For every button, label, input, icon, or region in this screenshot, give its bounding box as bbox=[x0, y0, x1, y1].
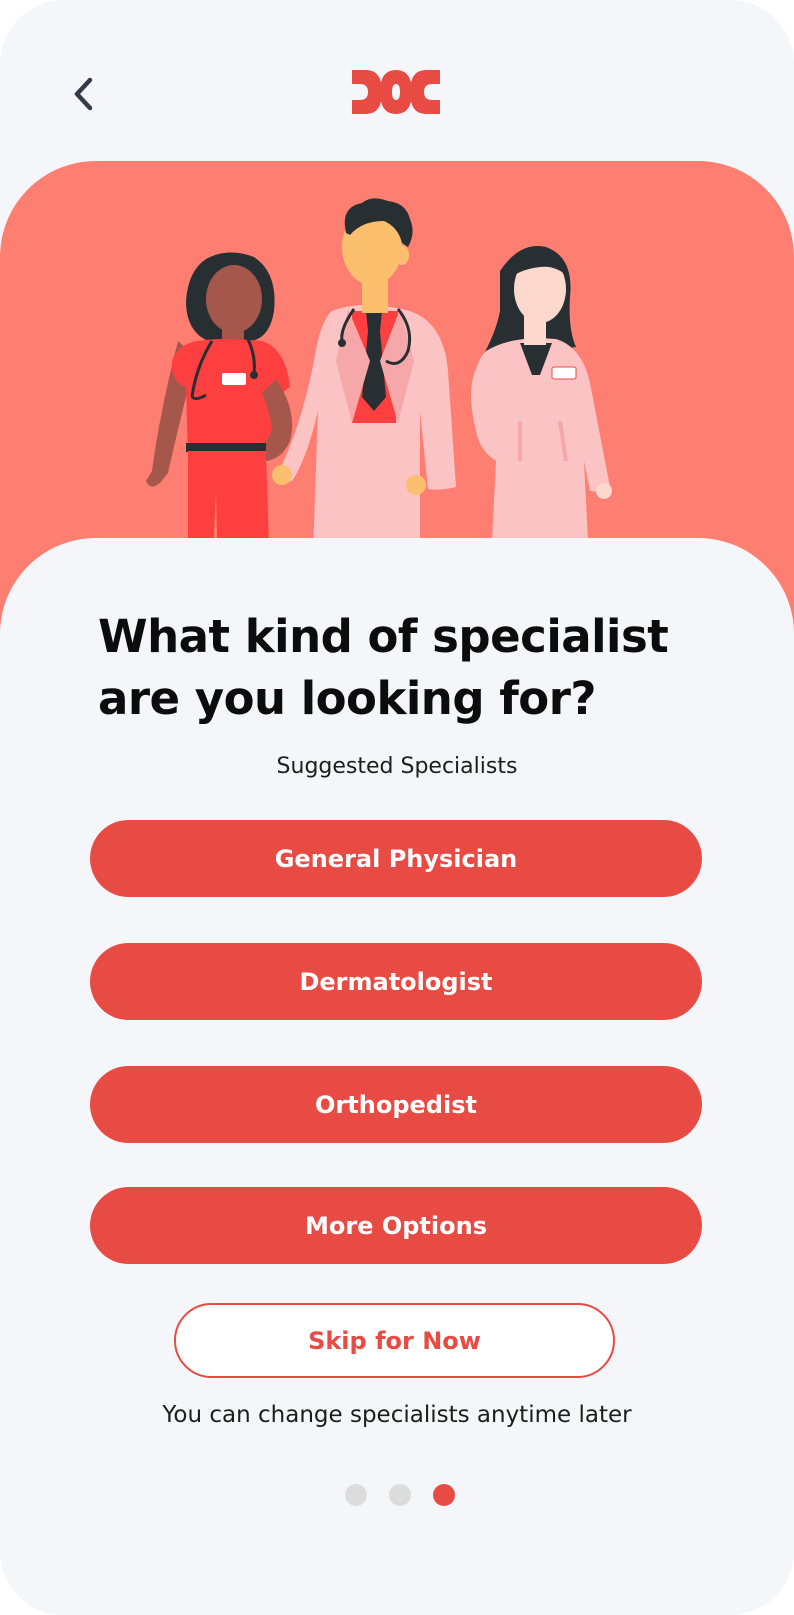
more-options-button[interactable]: More Options bbox=[90, 1187, 702, 1264]
three-doctors-illustration bbox=[146, 198, 612, 581]
helper-note: You can change specialists anytime later bbox=[162, 1402, 632, 1428]
chevron-left-icon bbox=[74, 77, 93, 111]
page-title: What kind of specialist are you looking … bbox=[98, 610, 669, 725]
orthopedist-button[interactable]: Orthopedist bbox=[90, 1066, 702, 1143]
doc-logo-icon bbox=[352, 68, 440, 118]
pagination-dots bbox=[0, 1484, 794, 1506]
pagination-dot-2[interactable] bbox=[389, 1484, 411, 1506]
skip-button[interactable]: Skip for Now bbox=[174, 1303, 615, 1378]
app-screen: What kind of specialist are you looking … bbox=[0, 0, 794, 1615]
back-button[interactable] bbox=[64, 72, 104, 116]
pagination-dot-1[interactable] bbox=[345, 1484, 367, 1506]
pagination-dot-3[interactable] bbox=[433, 1484, 455, 1506]
dermatologist-button[interactable]: Dermatologist bbox=[90, 943, 702, 1020]
section-subtitle: Suggested Specialists bbox=[276, 754, 518, 779]
general-physician-button[interactable]: General Physician bbox=[90, 820, 702, 897]
